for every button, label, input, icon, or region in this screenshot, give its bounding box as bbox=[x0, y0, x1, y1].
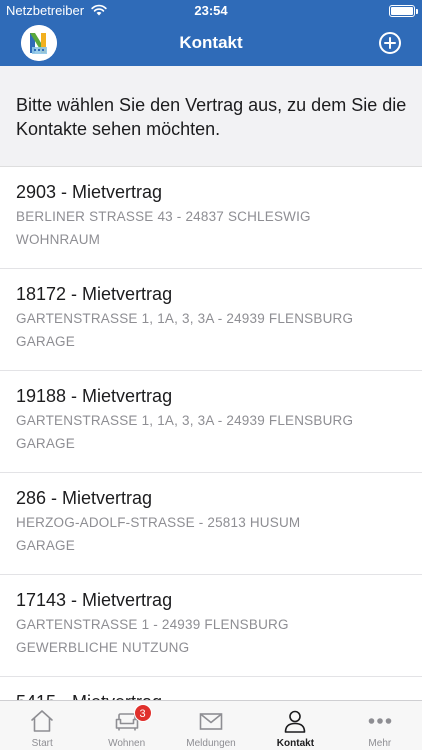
tab-label: Start bbox=[31, 738, 53, 749]
contract-type: GARAGE bbox=[16, 538, 75, 553]
contract-title: 286 - Mietvertrag bbox=[16, 488, 153, 508]
tab-mehr[interactable]: Mehr bbox=[338, 701, 422, 750]
contract-title: 18172 - Mietvertrag bbox=[16, 284, 173, 304]
add-contact-button[interactable] bbox=[378, 31, 402, 55]
contract-type: GARAGE bbox=[16, 334, 75, 349]
contract-address: BERLINER STRASSE 43 - 24837 SCHLESWIG bbox=[16, 209, 311, 224]
intro-section: Bitte wählen Sie den Vertrag aus, zu dem… bbox=[0, 66, 422, 167]
tab-meldungen[interactable]: Meldungen bbox=[169, 701, 253, 750]
contract-address: GARTENSTRASSE 1, 1A, 3, 3A - 24939 FLENS… bbox=[16, 413, 354, 428]
tab-label: Kontakt bbox=[276, 738, 315, 749]
tab-kontakt[interactable]: Kontakt bbox=[253, 701, 337, 750]
tab-wohnen[interactable]: 3 Wohnen bbox=[84, 701, 168, 750]
tab-start[interactable]: Start bbox=[0, 701, 84, 750]
notification-badge: 3 bbox=[133, 704, 152, 722]
contract-title: 17143 - Mietvertrag bbox=[16, 590, 173, 610]
contract-item[interactable]: 19188 - Mietvertrag GARTENSTRASSE 1, 1A,… bbox=[0, 371, 422, 473]
nav-bar: Kontakt bbox=[0, 22, 422, 66]
contract-address: HERZOG-ADOLF-STRASSE - 25813 HUSUM bbox=[16, 515, 301, 530]
contract-address: GARTENSTRASSE 1 - 24939 FLENSBURG bbox=[16, 617, 289, 632]
status-bar: Netzbetreiber 23:54 bbox=[0, 0, 422, 22]
contract-list: 2903 - Mietvertrag BERLINER STRASSE 43 -… bbox=[0, 167, 422, 700]
contract-item[interactable]: 5415 - Mietvertrag bbox=[0, 677, 422, 700]
envelope-icon bbox=[199, 713, 223, 730]
home-icon bbox=[31, 710, 54, 732]
tab-label: Wohnen bbox=[108, 738, 146, 749]
contract-type: WOHNRAUM bbox=[16, 232, 101, 247]
contract-type: GARAGE bbox=[16, 436, 75, 451]
contract-address: GARTENSTRASSE 1, 1A, 3, 3A - 24939 FLENS… bbox=[16, 311, 354, 326]
tab-bar: Start 3 Wohnen Meldungen Kontakt Mehr bbox=[0, 700, 422, 750]
contract-item[interactable]: 286 - Mietvertrag HERZOG-ADOLF-STRASSE -… bbox=[0, 473, 422, 575]
contract-item[interactable]: 17143 - Mietvertrag GARTENSTRASSE 1 - 24… bbox=[0, 575, 422, 677]
more-icon bbox=[368, 718, 392, 724]
contract-title: 2903 - Mietvertrag bbox=[16, 182, 163, 202]
tab-label: Meldungen bbox=[186, 738, 236, 749]
tab-label: Mehr bbox=[368, 738, 392, 749]
header: Netzbetreiber 23:54 Kontakt bbox=[0, 0, 422, 66]
contract-title: 5415 - Mietvertrag bbox=[16, 692, 162, 700]
battery-icon bbox=[389, 5, 418, 17]
intro-text: Bitte wählen Sie den Vertrag aus, zu dem… bbox=[16, 95, 407, 139]
person-icon bbox=[285, 710, 306, 733]
contract-item[interactable]: 2903 - Mietvertrag BERLINER STRASSE 43 -… bbox=[0, 167, 422, 269]
page-title: Kontakt bbox=[179, 33, 243, 52]
contract-type: GEWERBLICHE NUTZUNG bbox=[16, 640, 190, 655]
contract-item[interactable]: 18172 - Mietvertrag GARTENSTRASSE 1, 1A,… bbox=[0, 269, 422, 371]
clock: 23:54 bbox=[194, 3, 228, 18]
contract-title: 19188 - Mietvertrag bbox=[16, 386, 173, 406]
